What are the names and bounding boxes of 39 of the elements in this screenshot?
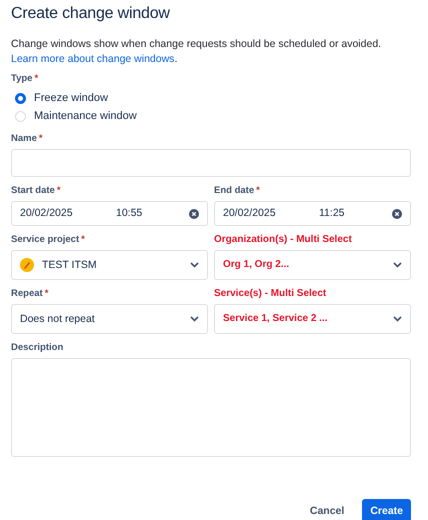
- field-label: Start date: [11, 185, 55, 196]
- select-field[interactable]: Org 1, Org 2...: [214, 250, 411, 280]
- date-time-field[interactable]: 20/02/2025 11:25: [214, 201, 411, 226]
- required-mark: *: [56, 185, 61, 196]
- create-button[interactable]: Create: [362, 499, 411, 520]
- field-label: Name: [11, 133, 37, 144]
- radio-label: Maintenance window: [34, 110, 137, 123]
- field-label: Service project: [11, 234, 80, 246]
- project-icon: [20, 258, 34, 272]
- description-field[interactable]: [11, 358, 411, 458]
- required-mark: *: [34, 73, 38, 84]
- chevron-down-icon: [190, 316, 199, 322]
- period-text: .: [174, 52, 178, 65]
- field-label: Type: [11, 73, 32, 84]
- field-label: Description: [11, 342, 64, 354]
- date-time-field[interactable]: 20/02/2025 10:55: [11, 201, 208, 226]
- field-label: Service(s) - Multi Select: [214, 288, 326, 300]
- chevron-down-icon: [393, 316, 402, 322]
- radio-button[interactable]: [15, 92, 26, 104]
- required-mark: *: [256, 185, 260, 196]
- field-label: Organization(s) - Multi Select: [214, 234, 352, 246]
- name-field[interactable]: [11, 149, 411, 178]
- dialog-title: Create change window: [11, 4, 171, 24]
- required-mark: *: [44, 288, 48, 300]
- select-field[interactable]: Service 1, Service 2 ...: [214, 304, 411, 334]
- clear-icon[interactable]: [392, 208, 402, 219]
- learn-more-link[interactable]: Learn more about change windows: [11, 52, 174, 65]
- required-mark: *: [38, 133, 43, 144]
- select-field[interactable]: Does not repeat: [11, 304, 208, 334]
- radio-label: Freeze window: [34, 92, 108, 105]
- chevron-down-icon: [393, 262, 402, 268]
- chevron-down-icon: [190, 262, 199, 268]
- field-label: Repeat: [11, 288, 43, 300]
- cancel-button[interactable]: Cancel: [302, 499, 352, 520]
- required-mark: *: [81, 234, 85, 246]
- select-field[interactable]: TEST ITSM: [11, 250, 208, 280]
- intro-text: Change windows show when change requests should be scheduled or avoided.: [11, 38, 382, 51]
- field-label: End date: [214, 185, 254, 196]
- clear-icon[interactable]: [189, 208, 199, 219]
